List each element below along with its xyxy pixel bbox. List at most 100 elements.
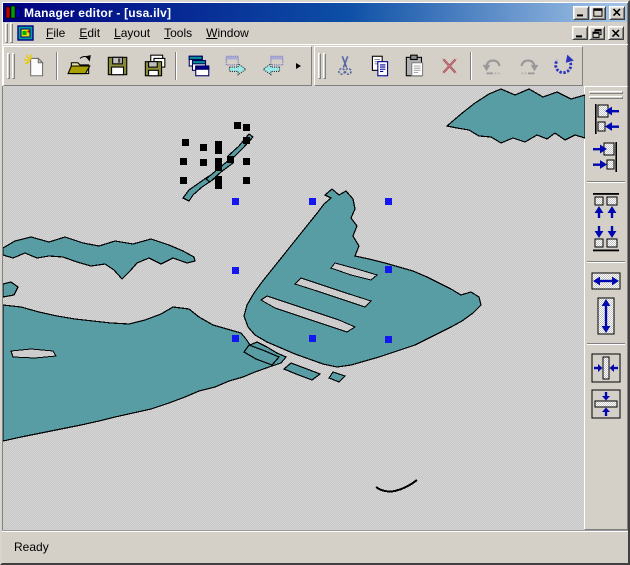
mainland-lake xyxy=(11,349,56,358)
redo-icon xyxy=(515,53,541,79)
copy-icon xyxy=(367,53,393,79)
selection-handle-black xyxy=(243,137,250,144)
toolbar-grip[interactable] xyxy=(323,53,326,79)
toolbar-separator xyxy=(56,52,58,80)
toolbar-grip[interactable] xyxy=(589,96,623,99)
align-left-button[interactable] xyxy=(590,102,622,136)
cascade-windows-button[interactable] xyxy=(180,49,217,83)
close-button[interactable] xyxy=(609,6,625,20)
toolbar-band xyxy=(2,44,628,86)
delete-button[interactable] xyxy=(432,49,467,83)
prince-edward-island xyxy=(3,237,195,279)
cut-button[interactable] xyxy=(327,49,362,83)
align-top-icon xyxy=(590,190,622,220)
newfoundland-coast xyxy=(447,89,585,143)
same-height-icon xyxy=(590,296,622,336)
align-right-button[interactable] xyxy=(590,140,622,174)
east-islet xyxy=(329,372,345,382)
align-bottom-icon xyxy=(590,224,622,254)
new-document-icon xyxy=(22,53,48,79)
mdi-restore-button[interactable] xyxy=(589,26,605,40)
selection-handle-black xyxy=(215,158,222,171)
same-width-button[interactable] xyxy=(590,270,622,292)
next-window-icon xyxy=(223,53,249,79)
app-icon xyxy=(5,5,21,21)
menu-window[interactable]: Window xyxy=(199,23,256,44)
nova-scotia-mainland xyxy=(3,305,286,441)
overflow-arrow-button[interactable] xyxy=(291,49,304,83)
selection-handle-black xyxy=(180,158,187,165)
selection-handle-blue xyxy=(309,335,316,342)
toolbar-separator xyxy=(587,261,625,263)
open-folder-button[interactable] xyxy=(61,49,98,83)
edit-toolbar xyxy=(314,46,583,86)
selection-handle-blue xyxy=(232,267,239,274)
mdi-minimize-button[interactable] xyxy=(572,26,588,40)
save-all-icon xyxy=(141,53,167,79)
previous-window-icon xyxy=(260,53,286,79)
toolbar-separator xyxy=(175,52,177,80)
selection-handle-blue xyxy=(385,266,392,273)
selection-handle-blue xyxy=(232,198,239,205)
toolbar-grip[interactable] xyxy=(7,53,10,79)
redo-button[interactable] xyxy=(510,49,545,83)
selection-handle-black xyxy=(234,122,241,129)
mdi-document-icon[interactable] xyxy=(17,25,35,41)
restore-icon xyxy=(592,29,602,38)
undo-button[interactable] xyxy=(475,49,510,83)
main-toolbar xyxy=(3,46,312,86)
menu-layout[interactable]: Layout xyxy=(107,23,157,44)
manager-editor-window: Manager editor - [usa.ilv] FileEditLayou… xyxy=(0,0,630,565)
menu-edit[interactable]: Edit xyxy=(72,23,107,44)
new-document-button[interactable] xyxy=(16,49,53,83)
minimize-icon xyxy=(576,8,586,17)
prince-edward-island-west xyxy=(3,282,18,297)
toolbar-grip[interactable] xyxy=(589,91,623,94)
status-bar: Ready xyxy=(2,530,628,563)
minimize-button[interactable] xyxy=(573,6,589,20)
undo-icon xyxy=(480,53,506,79)
selection-handle-black xyxy=(227,156,234,163)
toolbar-grip[interactable] xyxy=(12,53,15,79)
mdi-close-button[interactable] xyxy=(608,26,624,40)
menu-bar: FileEditLayoutToolsWindow xyxy=(2,22,628,44)
menubar-grip[interactable] xyxy=(5,23,8,43)
mdi-client-area xyxy=(2,86,628,530)
save-button[interactable] xyxy=(98,49,135,83)
save-all-button[interactable] xyxy=(135,49,172,83)
close-icon xyxy=(612,8,622,17)
map-editor-canvas[interactable] xyxy=(2,86,584,530)
menu-file[interactable]: File xyxy=(39,23,72,44)
same-width-icon xyxy=(590,270,622,292)
minimize-icon xyxy=(575,29,585,38)
selection-handle-black xyxy=(243,177,250,184)
maximize-button[interactable] xyxy=(590,6,606,20)
cascade-windows-icon xyxy=(186,53,212,79)
align-bottom-button[interactable] xyxy=(590,224,622,254)
previous-window-button[interactable] xyxy=(254,49,291,83)
align-top-button[interactable] xyxy=(590,190,622,220)
paste-button[interactable] xyxy=(397,49,432,83)
selection-handle-black xyxy=(243,158,250,165)
same-height-button[interactable] xyxy=(590,296,622,336)
alignment-toolbar xyxy=(584,86,628,530)
map-canvas[interactable] xyxy=(3,86,585,530)
toolbar-separator xyxy=(470,52,472,80)
align-left-icon xyxy=(590,102,622,136)
center-horizontal-icon xyxy=(590,352,622,384)
save-icon xyxy=(104,53,130,79)
next-window-button[interactable] xyxy=(217,49,254,83)
align-right-icon xyxy=(590,140,622,174)
center-vertical-button[interactable] xyxy=(590,388,622,420)
center-horizontal-button[interactable] xyxy=(590,352,622,384)
selection-handle-blue xyxy=(385,198,392,205)
menu-tools[interactable]: Tools xyxy=(157,23,199,44)
menubar-grip[interactable] xyxy=(10,23,13,43)
selection-handle-blue xyxy=(385,336,392,343)
toolbar-grip[interactable] xyxy=(318,53,321,79)
maximize-icon xyxy=(593,8,603,17)
selection-handle-black xyxy=(215,141,222,154)
close-icon xyxy=(611,29,621,38)
copy-button[interactable] xyxy=(362,49,397,83)
refresh-button[interactable] xyxy=(545,49,580,83)
